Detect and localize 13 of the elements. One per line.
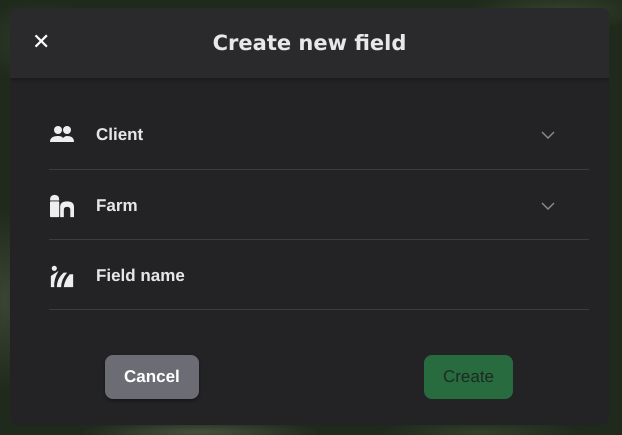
chevron-down-icon	[541, 130, 555, 138]
select-field[interactable]: Client	[49, 98, 589, 170]
close-button[interactable]: ✕	[32, 30, 50, 56]
field-icon	[49, 264, 75, 288]
select-field[interactable]: Farm	[49, 170, 589, 240]
input-field[interactable]: Field name	[49, 240, 589, 310]
cancel-button[interactable]: Cancel	[105, 355, 199, 399]
field-label: Field name	[96, 266, 186, 286]
dialog-title: Create new field	[212, 31, 406, 55]
barn-icon	[49, 194, 75, 218]
chevron-down-icon	[541, 202, 555, 210]
field-label: Farm	[96, 196, 139, 216]
field-label: Client	[96, 124, 144, 144]
